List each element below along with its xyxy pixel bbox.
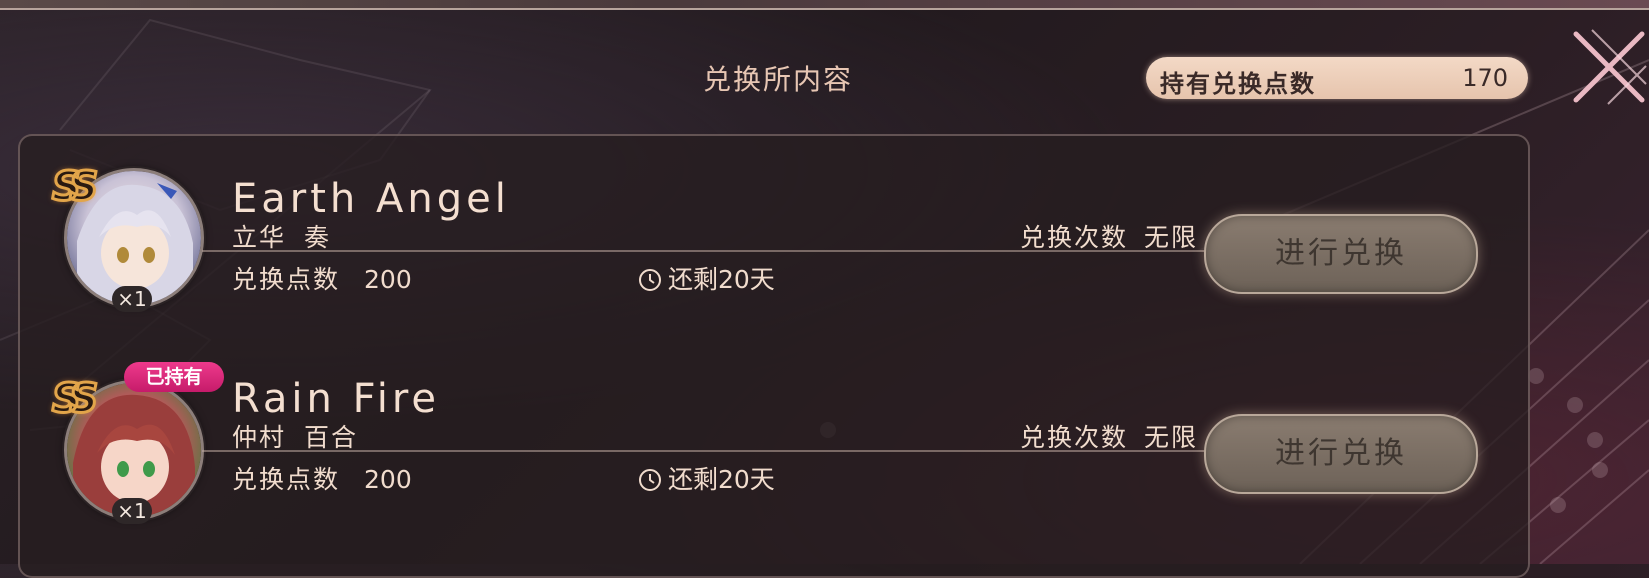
- page-title: 兑换所内容: [702, 63, 853, 96]
- list-item: SS ×1 Earth Angel 立华 奏 兑换次数 无限 兑换点数 200 还…: [20, 136, 1528, 336]
- song-title: Earth Angel: [232, 176, 510, 222]
- exchange-cost: 兑换点数 200: [232, 260, 412, 296]
- cost-value: 200: [364, 465, 412, 494]
- close-button[interactable]: [1568, 28, 1648, 108]
- points-balance-label: 持有兑换点数: [1160, 70, 1316, 98]
- divider: [202, 250, 1212, 252]
- quantity-badge: ×1: [112, 286, 152, 312]
- points-balance: 持有兑换点数 170: [1146, 57, 1528, 99]
- character-name: 仲村 百合: [232, 423, 358, 452]
- time-remaining: 还剩20天: [638, 260, 775, 296]
- rank-badge: SS: [50, 163, 99, 212]
- time-remaining-text: 还剩20天: [668, 265, 775, 294]
- character-avatar[interactable]: SS 已持有 ×1: [50, 362, 224, 524]
- clock-icon: [639, 469, 661, 491]
- exchange-cost: 兑换点数 200: [232, 460, 412, 496]
- exchange-button[interactable]: 进行兑换: [1204, 414, 1478, 494]
- top-strip: [0, 0, 1649, 10]
- character-avatar[interactable]: SS ×1: [50, 162, 208, 312]
- time-remaining: 还剩20天: [638, 460, 775, 496]
- rank-badge: SS: [50, 375, 99, 424]
- exchange-button[interactable]: 进行兑换: [1204, 214, 1478, 294]
- close-icon: [1573, 29, 1647, 105]
- points-balance-value: 170: [1462, 64, 1508, 92]
- character-name: 立华 奏: [232, 223, 331, 252]
- owned-badge: 已持有: [124, 362, 224, 392]
- quantity-badge: ×1: [112, 498, 152, 524]
- time-remaining-text: 还剩20天: [668, 465, 775, 494]
- divider: [202, 450, 1212, 452]
- cost-value: 200: [364, 265, 412, 294]
- list-item: SS 已持有 ×1 Rain Fire 仲村 百合 兑换次数 无限 兑换点数 20…: [20, 346, 1528, 546]
- song-title: Rain Fire: [232, 376, 440, 422]
- exchange-list-panel: SS ×1 Earth Angel 立华 奏 兑换次数 无限 兑换点数 200 还…: [18, 134, 1530, 578]
- cost-label: 兑换点数: [232, 465, 341, 494]
- exchange-limit: 兑换次数 无限: [1020, 423, 1198, 452]
- cost-label: 兑换点数: [232, 265, 341, 294]
- clock-icon: [639, 269, 661, 291]
- exchange-limit: 兑换次数 无限: [1020, 223, 1198, 252]
